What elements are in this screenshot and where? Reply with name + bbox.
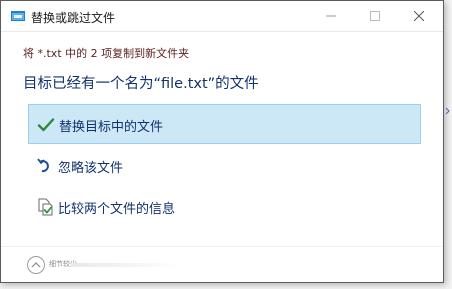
check-icon (37, 118, 55, 132)
close-button[interactable] (397, 1, 441, 31)
minimize-button[interactable] (309, 1, 353, 31)
file-copy-app-icon (11, 11, 25, 21)
background-window-edge (445, 101, 450, 115)
replace-or-skip-dialog: 替换或跳过文件 将 *.txt 中的 2 项复制到新文件夹 目标已经有一个名为“… (0, 0, 444, 283)
operation-subtitle: 将 *.txt 中的 2 项复制到新文件夹 (23, 47, 190, 60)
footer-divider (1, 246, 443, 247)
fewer-details-button[interactable] (27, 256, 45, 274)
conflict-heading: 目标已经有一个名为“file.txt”的文件 (23, 76, 259, 92)
close-icon (414, 11, 424, 21)
minimize-icon (326, 15, 336, 17)
skip-option[interactable]: 忽略该文件 (28, 146, 421, 186)
skip-option-label: 忽略该文件 (58, 161, 124, 176)
footer-faded-area (71, 263, 181, 267)
title-bar[interactable]: 替换或跳过文件 (1, 1, 443, 32)
window-title: 替换或跳过文件 (31, 11, 116, 25)
replace-option[interactable]: 替换目标中的文件 (28, 104, 421, 144)
compare-option-label: 比较两个文件的信息 (58, 202, 176, 217)
replace-option-label: 替换目标中的文件 (59, 120, 164, 135)
maximize-button[interactable] (353, 1, 397, 31)
compare-option[interactable]: 比较两个文件的信息 (28, 187, 421, 227)
skip-arrow-icon (37, 158, 49, 173)
maximize-icon (370, 11, 380, 21)
chevron-up-icon (31, 262, 41, 268)
compare-files-icon (38, 198, 53, 216)
